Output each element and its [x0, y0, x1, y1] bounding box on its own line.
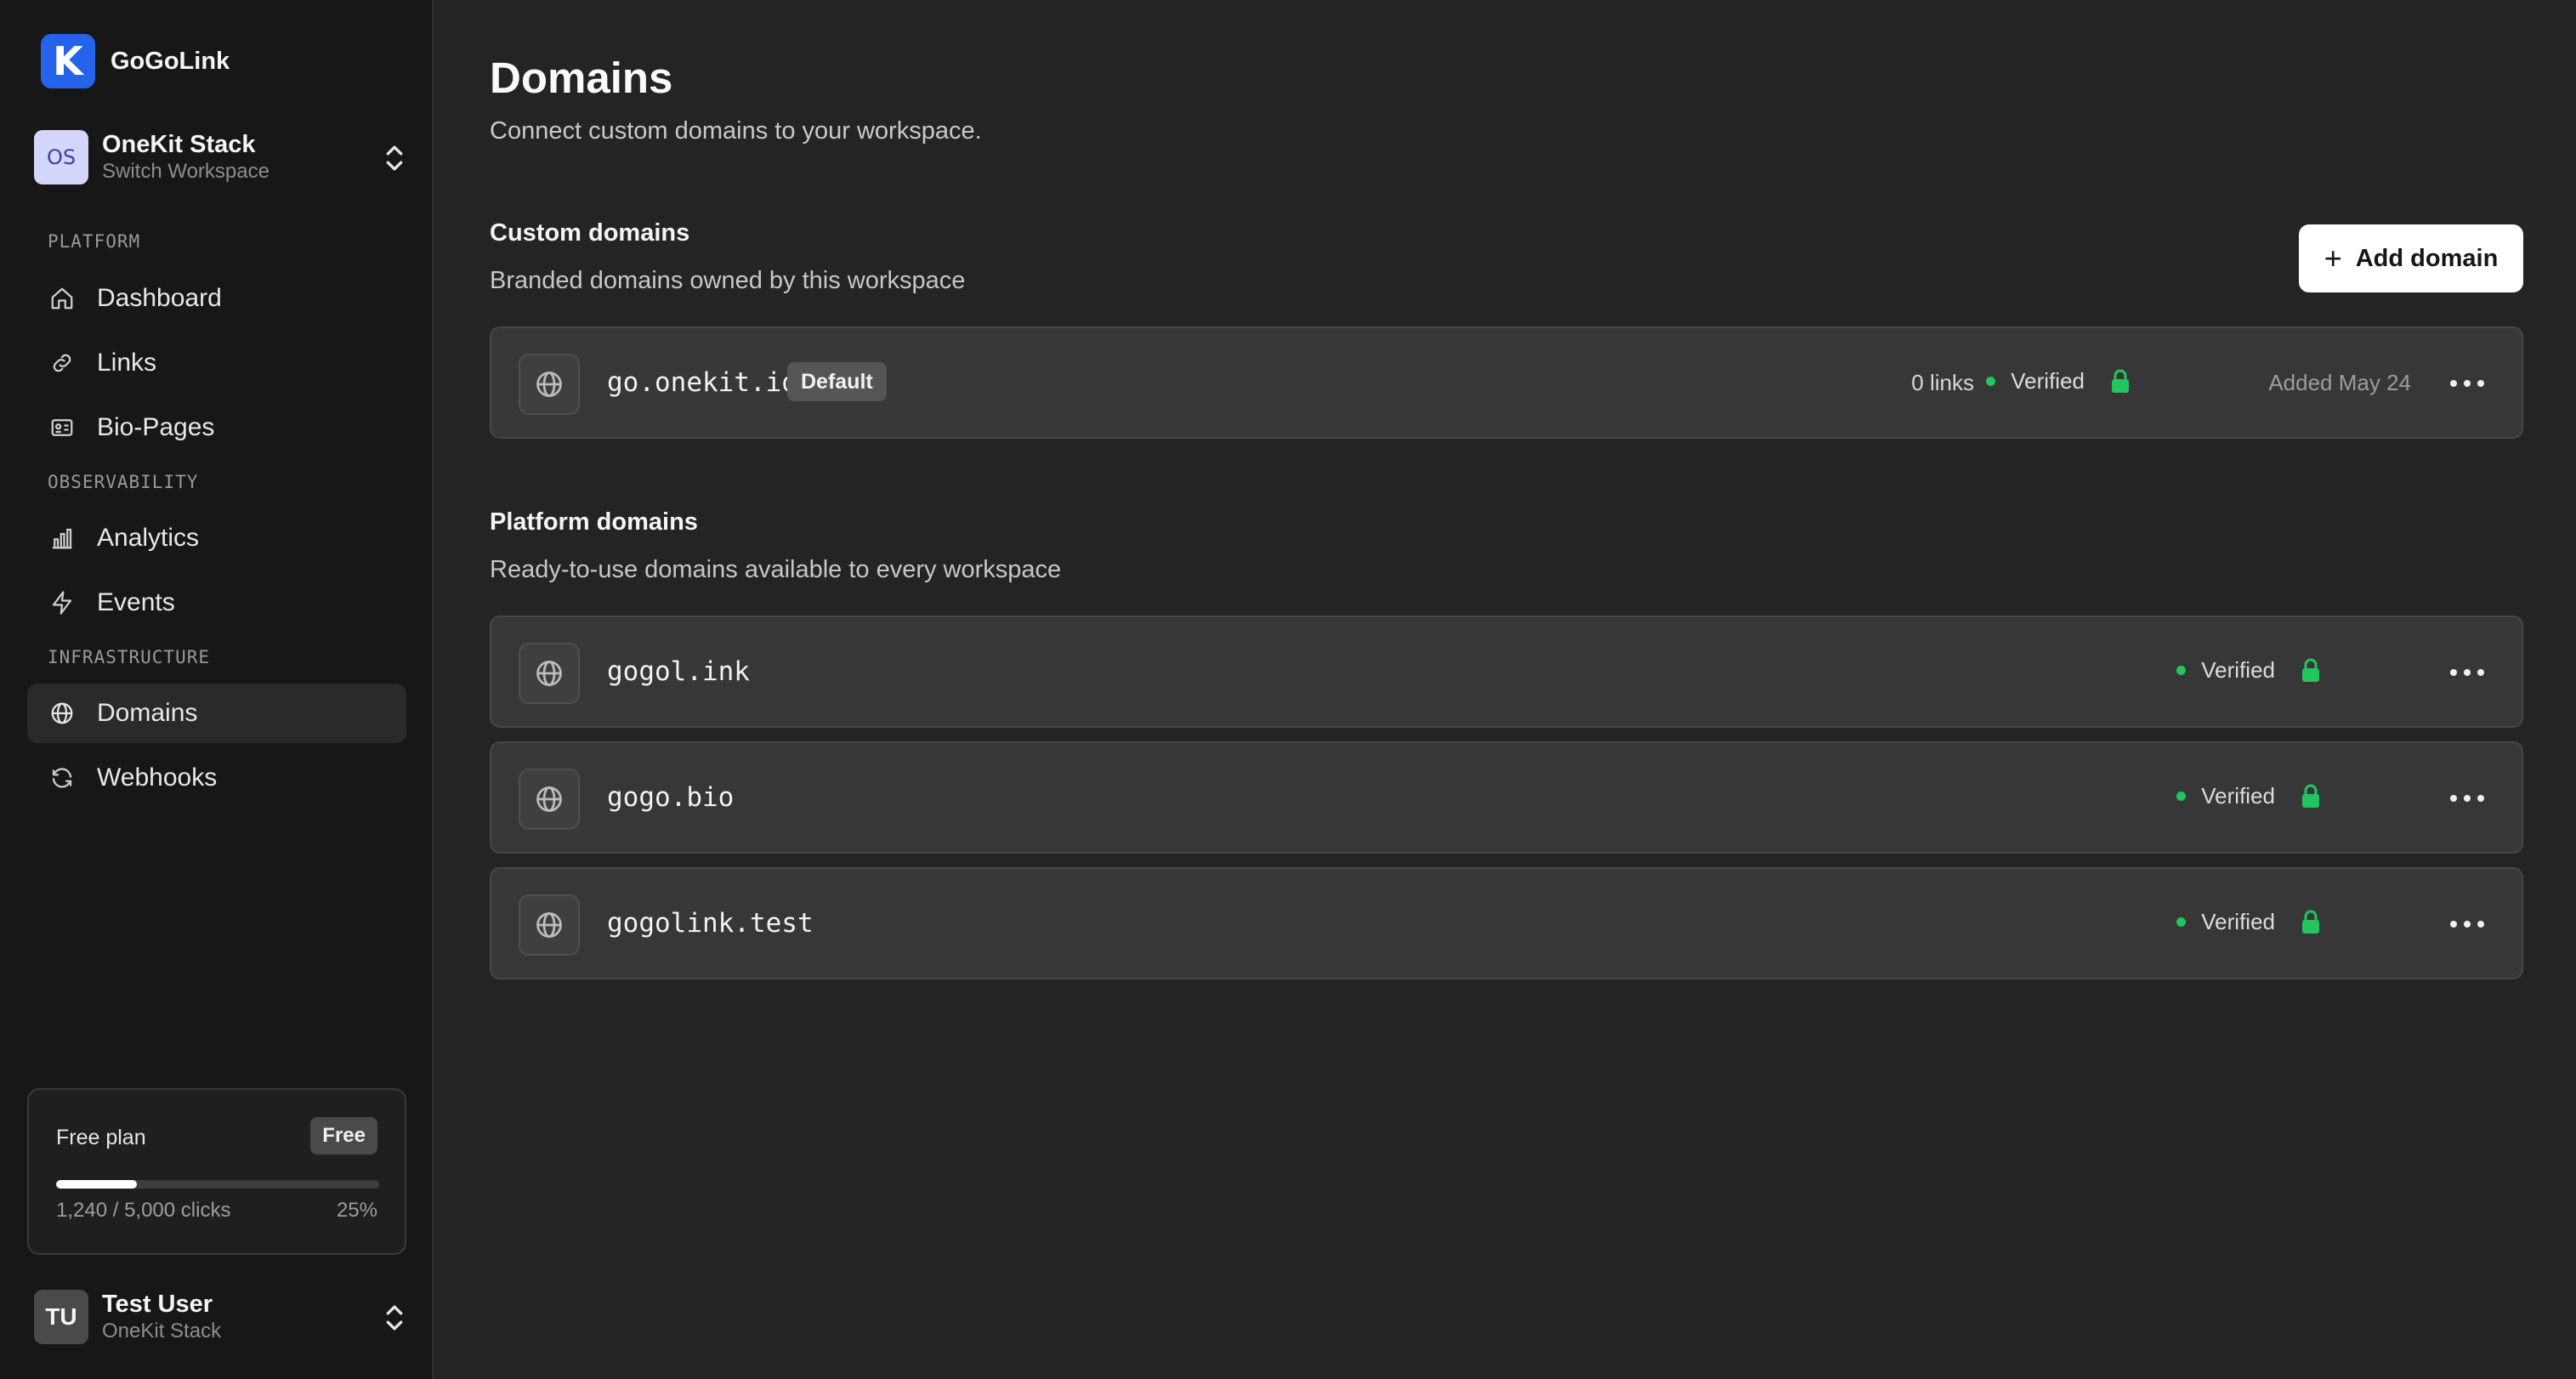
links-count: 0 links: [1911, 370, 1974, 395]
brand-logo: K: [41, 34, 95, 88]
sidebar-item-analytics[interactable]: Analytics: [27, 508, 406, 568]
domain-row[interactable]: gogo.bio Verified: [490, 741, 2523, 854]
status-label: Verified: [2201, 783, 2275, 809]
sidebar-item-webhooks[interactable]: Webhooks: [27, 748, 406, 808]
default-badge: Default: [787, 362, 887, 401]
avatar: TU: [34, 1290, 88, 1344]
status-dot: [2176, 666, 2187, 675]
domain-name: go.onekit.io: [607, 367, 797, 398]
added-date: Added May 24: [2268, 370, 2411, 395]
home-icon: [48, 284, 77, 313]
sidebar-item-label: Events: [97, 588, 175, 616]
status-badge: Verified: [1986, 368, 2131, 394]
globe-icon: [519, 894, 580, 956]
plan-title: Free plan: [56, 1126, 146, 1149]
more-options-icon[interactable]: [2450, 911, 2484, 937]
globe-icon: [519, 354, 580, 415]
domain-row[interactable]: go.onekit.io Default 0 links Verified Ad…: [490, 326, 2523, 439]
globe-icon: [519, 643, 580, 704]
refresh-icon: [48, 763, 77, 792]
lock-icon: [2302, 784, 2319, 808]
status-dot: [2176, 917, 2187, 927]
chevron-up-down-icon: [386, 145, 403, 171]
bar-chart-icon: [48, 524, 77, 553]
user-name: Test User: [102, 1291, 213, 1318]
plan-card: Free plan Free 1,240 / 5,000 clicks 25%: [27, 1088, 406, 1255]
link-icon: [48, 349, 77, 377]
plan-progress-fill: [56, 1180, 137, 1189]
workspace-switcher[interactable]: OS OneKit Stack Switch Workspace: [34, 128, 408, 187]
domain-row[interactable]: gogolink.test Verified: [490, 867, 2523, 979]
chevron-up-down-icon: [386, 1305, 403, 1331]
more-options-icon[interactable]: [2450, 660, 2484, 685]
sidebar-item-label: Domains: [97, 699, 198, 727]
sidebar-item-label: Links: [97, 349, 157, 377]
sidebar-item-dashboard[interactable]: Dashboard: [27, 269, 406, 328]
lock-icon: [2302, 658, 2319, 682]
sidebar-item-label: Analytics: [97, 524, 200, 552]
more-options-icon[interactable]: [2450, 786, 2484, 811]
domain-row[interactable]: gogol.ink Verified: [490, 616, 2523, 728]
section-subtitle-custom-domains: Branded domains owned by this workspace: [490, 267, 966, 294]
section-label-observability: OBSERVABILITY: [48, 472, 199, 492]
section-label-platform: PLATFORM: [48, 231, 141, 252]
workspace-name: OneKit Stack: [102, 131, 256, 158]
section-label-infrastructure: INFRASTRUCTURE: [48, 647, 211, 667]
id-card-icon: [48, 413, 77, 442]
sidebar-item-events[interactable]: Events: [27, 573, 406, 633]
sidebar-item-domains[interactable]: Domains: [27, 684, 406, 743]
more-options-icon[interactable]: [2450, 371, 2484, 396]
section-title-platform-domains: Platform domains: [490, 508, 698, 536]
add-domain-button[interactable]: + Add domain: [2299, 224, 2523, 292]
workspace-avatar: OS: [34, 130, 88, 184]
lock-icon: [2302, 910, 2319, 934]
workspace-action: Switch Workspace: [102, 160, 270, 183]
domain-name: gogolink.test: [607, 908, 814, 939]
status-badge: Verified: [2176, 909, 2321, 935]
plan-percent: 25%: [336, 1199, 377, 1222]
status-badge: Verified: [2176, 783, 2321, 809]
section-subtitle-platform-domains: Ready-to-use domains available to every …: [490, 556, 1062, 583]
page-subtitle: Connect custom domains to your workspace…: [490, 117, 982, 145]
page-title: Domains: [490, 54, 673, 102]
brand[interactable]: K GoGoLink: [41, 34, 230, 88]
sidebar-item-links[interactable]: Links: [27, 333, 406, 393]
status-badge: Verified: [2176, 657, 2321, 684]
main-content: Domains Connect custom domains to your w…: [490, 0, 2523, 1379]
user-menu[interactable]: TU Test User OneKit Stack: [34, 1287, 408, 1347]
status-label: Verified: [2011, 368, 2085, 394]
sidebar-item-bio-pages[interactable]: Bio-Pages: [27, 398, 406, 457]
globe-icon: [519, 769, 580, 830]
lightning-icon: [48, 588, 77, 617]
status-dot: [1986, 377, 1996, 386]
section-title-custom-domains: Custom domains: [490, 219, 690, 247]
sidebar-item-label: Bio-Pages: [97, 413, 215, 441]
plan-usage: 1,240 / 5,000 clicks: [56, 1199, 231, 1222]
status-label: Verified: [2201, 909, 2275, 934]
sidebar: K GoGoLink OS OneKit Stack Switch Worksp…: [0, 0, 434, 1379]
status-label: Verified: [2201, 657, 2275, 683]
plan-progress-bar: [56, 1180, 379, 1189]
plan-badge: Free: [310, 1117, 377, 1155]
sidebar-item-label: Dashboard: [97, 284, 222, 312]
brand-name: GoGoLink: [111, 47, 230, 75]
globe-icon: [48, 699, 77, 728]
plus-icon: +: [2324, 241, 2342, 275]
add-domain-label: Add domain: [2355, 244, 2499, 272]
domain-name: gogol.ink: [607, 656, 750, 687]
status-dot: [2176, 792, 2187, 801]
user-workspace: OneKit Stack: [102, 1319, 222, 1342]
sidebar-item-label: Webhooks: [97, 763, 218, 792]
domain-name: gogo.bio: [607, 782, 735, 813]
lock-icon: [2112, 369, 2129, 393]
